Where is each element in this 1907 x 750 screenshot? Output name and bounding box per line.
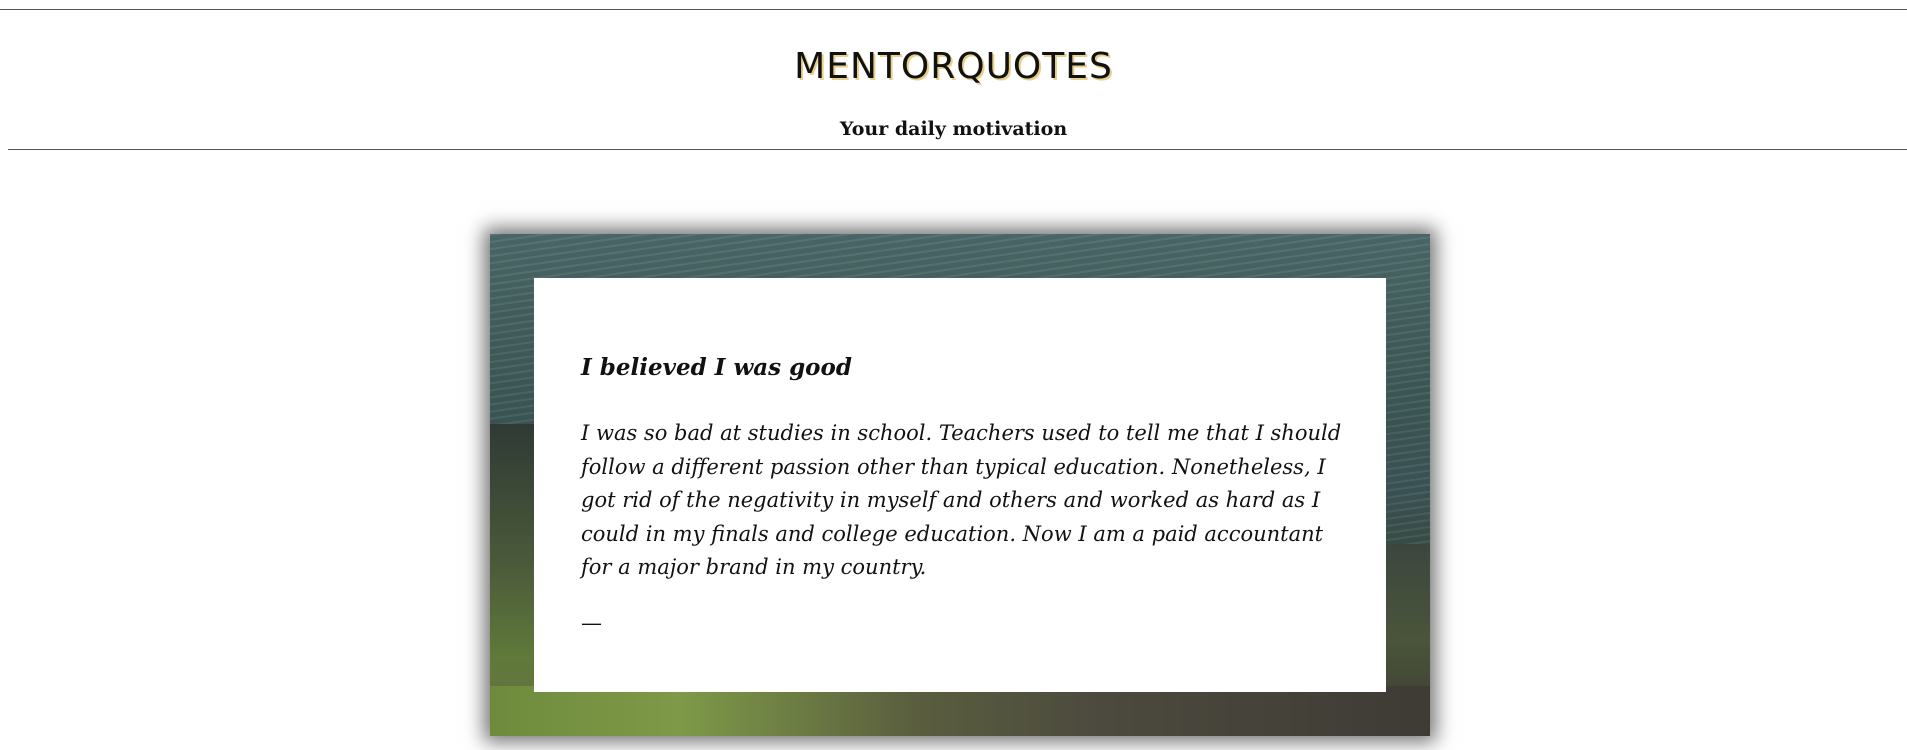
site-tagline: Your daily motivation [839, 118, 1068, 140]
quote-body: I was so bad at studies in school. Teach… [581, 421, 1342, 579]
quote-box: I believed I was good I was so bad at st… [534, 278, 1386, 692]
top-divider [0, 9, 1907, 10]
site-title[interactable]: MENTORQUOTES [0, 46, 1907, 87]
quote-card: I believed I was good I was so bad at st… [490, 234, 1430, 736]
quote-title: I believed I was good [581, 354, 852, 381]
header-divider [8, 149, 1907, 150]
quote-author-dash: — [581, 611, 602, 635]
card-background-shore [490, 686, 1430, 736]
